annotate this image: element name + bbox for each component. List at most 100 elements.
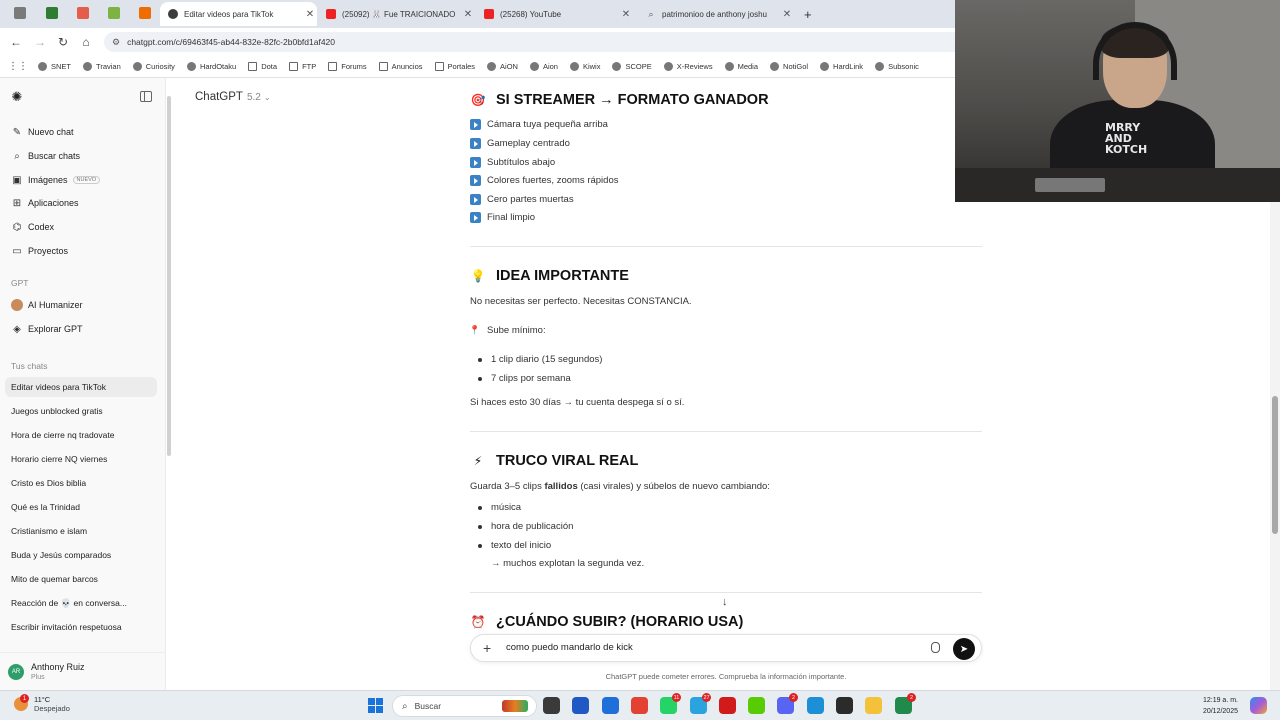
- bookmark[interactable]: SCOPE: [612, 62, 652, 71]
- apps-icon: ⊞: [12, 197, 22, 209]
- send-icon[interactable]: ➤: [953, 638, 975, 660]
- pinned-tab-5[interactable]: [139, 7, 151, 19]
- home-icon[interactable]: ⌂: [78, 34, 94, 50]
- prompt-input[interactable]: como puedo mandarlo de kick: [506, 642, 633, 653]
- bookmark[interactable]: SNET: [38, 62, 71, 71]
- sidebar-item-search-chats[interactable]: ⌕ Buscar chats: [5, 146, 157, 166]
- bookmark[interactable]: NotiGol: [770, 62, 808, 71]
- close-icon[interactable]: ✕: [461, 9, 475, 20]
- chat-item[interactable]: Editar videos para TikTok: [5, 377, 157, 397]
- bookmark-folder[interactable]: FTP: [289, 62, 316, 71]
- bookmark-folder[interactable]: Dota: [248, 62, 277, 71]
- explorer-icon[interactable]: [865, 697, 882, 714]
- pinned-tab-3[interactable]: [77, 7, 89, 19]
- whatsapp-icon[interactable]: 11: [660, 693, 681, 714]
- windows-start-icon[interactable]: [368, 698, 383, 713]
- search-label: Buscar: [414, 701, 442, 711]
- folder-icon: [328, 62, 338, 71]
- duolingo-icon[interactable]: [748, 697, 765, 714]
- bookmark[interactable]: HardOtaku: [186, 62, 237, 71]
- tab-search[interactable]: ⌕ patrimonioo de anthony joshu ✕: [638, 2, 794, 26]
- item-text: Subtítulos abajo: [487, 157, 556, 168]
- chat-item[interactable]: Cristo es Dios biblia: [5, 473, 157, 493]
- discord-icon[interactable]: 2: [777, 693, 798, 714]
- sidebar-scrollbar[interactable]: [167, 96, 171, 456]
- obs-icon[interactable]: [836, 697, 853, 714]
- copilot-icon[interactable]: [1250, 697, 1267, 714]
- sidebar-item-ai-humanizer[interactable]: AI Humanizer: [5, 295, 157, 315]
- bookmark[interactable]: Kiwix: [569, 62, 600, 71]
- sidebar-toggle-icon[interactable]: [140, 91, 152, 102]
- netflix-icon[interactable]: [719, 697, 736, 714]
- chat-item[interactable]: Reacción de 💀 en conversa...: [5, 593, 157, 613]
- model-picker[interactable]: ChatGPT 5.2 ⌄: [195, 91, 271, 103]
- chat-item[interactable]: Hora de cierre nq tradovate: [5, 425, 157, 445]
- mic-icon[interactable]: [931, 642, 940, 653]
- tab-youtube[interactable]: (25268) YouTube ✕: [476, 2, 633, 26]
- taskbar-search[interactable]: ⌕ Buscar: [392, 695, 537, 717]
- site-info-icon[interactable]: ⚙: [112, 37, 120, 48]
- reload-icon[interactable]: ↻: [55, 34, 71, 50]
- bookmark[interactable]: Media: [724, 62, 758, 71]
- chat-item[interactable]: Escribir invitación respetuosa: [5, 617, 157, 637]
- sidebar-item-new-chat[interactable]: ✎ Nuevo chat: [5, 122, 157, 142]
- pinned-tab-2[interactable]: [46, 7, 58, 19]
- close-icon[interactable]: ✕: [619, 9, 633, 20]
- chat-item[interactable]: Mito de quemar barcos: [5, 569, 157, 589]
- edge-icon[interactable]: [807, 697, 824, 714]
- chat-item[interactable]: Juegos unblocked gratis: [5, 401, 157, 421]
- user-name: Anthony Ruiz: [31, 662, 85, 672]
- openai-logo-icon[interactable]: ✺: [10, 89, 24, 104]
- user-menu[interactable]: AR Anthony Ruiz Plus: [0, 652, 166, 690]
- task-view-icon[interactable]: [543, 697, 560, 714]
- chat-item[interactable]: Horario cierre NQ viernes: [5, 449, 157, 469]
- bookmark[interactable]: AiON: [487, 62, 518, 71]
- bookmark[interactable]: Travian: [83, 62, 121, 71]
- scrollbar-thumb[interactable]: [1272, 396, 1278, 534]
- item-text: Colores fuertes, zooms rápidos: [487, 175, 619, 186]
- sidebar-item-codex[interactable]: ⌬ Codex: [5, 217, 157, 237]
- folder-icon: [248, 62, 258, 71]
- plus-icon[interactable]: +: [483, 640, 491, 656]
- bookmark[interactable]: Aion: [529, 62, 558, 71]
- chat-item[interactable]: Buda y Jesús comparados: [5, 545, 157, 565]
- play-icon: [470, 175, 481, 186]
- sidebar-item-projects[interactable]: ▭ Proyectos: [5, 241, 157, 261]
- tab-chatgpt[interactable]: Editar videos para TikTok ✕: [160, 2, 317, 26]
- weather-widget[interactable]: 1 11°C Despejado: [14, 694, 70, 713]
- chrome-icon[interactable]: [631, 697, 648, 714]
- clock[interactable]: 12:19 a. m. 20/12/2025: [1192, 695, 1238, 717]
- bookmark[interactable]: X-Reviews: [663, 62, 713, 71]
- forward-icon[interactable]: →: [32, 34, 48, 50]
- pinned-tab-1[interactable]: [14, 7, 26, 19]
- chat-item[interactable]: Cristianismo e islam: [5, 521, 157, 541]
- plus-icon[interactable]: +: [796, 2, 816, 26]
- tab-youtube-video[interactable]: (25092) 🐰 Fue TRAICIONADO ✕: [318, 2, 475, 26]
- message-composer[interactable]: + como puedo mandarlo de kick ➤: [470, 634, 982, 662]
- sidebar-item-images[interactable]: ▣ Imágenes NUEVO: [5, 170, 157, 190]
- bookmark[interactable]: Curiosity: [132, 62, 175, 71]
- pinned-tab-4[interactable]: [108, 7, 120, 19]
- telegram-icon[interactable]: 27: [690, 693, 711, 714]
- store-icon[interactable]: [602, 697, 619, 714]
- url-field[interactable]: ⚙ chatgpt.com/c/69463f45-ab44-832e-82fc-…: [104, 32, 964, 52]
- close-icon[interactable]: ✕: [780, 9, 794, 20]
- bookmark[interactable]: HardLink: [820, 62, 863, 71]
- bookmark-folder[interactable]: Anuncios: [378, 62, 423, 71]
- back-icon[interactable]: ←: [8, 34, 24, 50]
- chat-item[interactable]: Qué es la Trinidad: [5, 497, 157, 517]
- close-icon[interactable]: ✕: [303, 9, 317, 20]
- bookmark-folder[interactable]: Forums: [328, 62, 367, 71]
- excel-icon[interactable]: 2: [895, 693, 916, 714]
- sidebar-item-apps[interactable]: ⊞ Aplicaciones: [5, 193, 157, 213]
- list-item: hora de publicación: [478, 521, 573, 532]
- bookmark-label: HardOtaku: [199, 62, 237, 71]
- edit-icon: ✎: [12, 126, 22, 138]
- calendar-icon[interactable]: [572, 697, 589, 714]
- apps-grid-icon[interactable]: ⋮⋮: [8, 61, 28, 72]
- sidebar-item-explore-gpt[interactable]: ◈ Explorar GPT: [5, 319, 157, 339]
- scroll-down-arrow-icon[interactable]: ↓: [722, 596, 728, 608]
- play-icon: [470, 212, 481, 223]
- bookmark-folder[interactable]: Portales: [434, 62, 475, 71]
- bookmark[interactable]: Subsonic: [875, 62, 919, 71]
